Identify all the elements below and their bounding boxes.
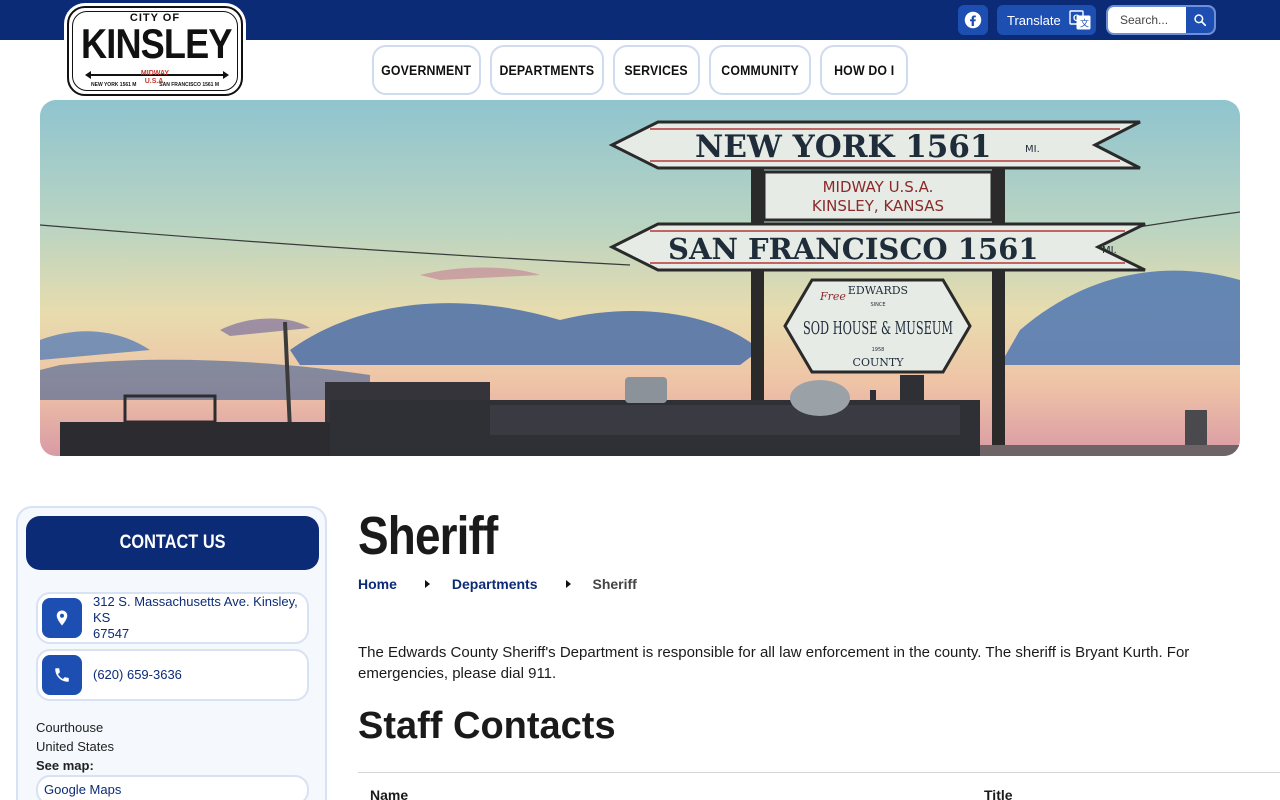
staff-table-header: Name Title xyxy=(358,772,1280,800)
search-input[interactable] xyxy=(1108,13,1186,27)
location-pin-icon xyxy=(42,598,82,638)
column-header-name[interactable]: Name xyxy=(370,787,408,800)
intro-paragraph: The Edwards County Sheriff's Department … xyxy=(358,644,1190,682)
museum-since-text: SINCE xyxy=(870,302,885,308)
nav-government[interactable]: GOVERNMENT xyxy=(372,45,481,95)
translate-label: Translate xyxy=(1007,12,1061,28)
nav-how-do-i[interactable]: HOW DO I xyxy=(820,45,908,95)
sign-top-unit: MI. xyxy=(1025,144,1040,155)
address-text: 312 S. Massachusetts Ave. Kinsley, KS 67… xyxy=(82,594,307,642)
staff-contacts-heading: Staff Contacts xyxy=(358,705,616,747)
translate-icon: G 文 xyxy=(1069,10,1091,30)
logo-name: KINSLEY xyxy=(81,20,232,67)
sign-mid-line1: MIDWAY U.S.A. xyxy=(823,178,934,196)
logo-midway-text: MIDWAY xyxy=(140,70,170,77)
page-title: Sheriff xyxy=(358,506,498,566)
nav-services[interactable]: SERVICES xyxy=(613,45,700,95)
logo-left-text: NEW YORK 1561 M xyxy=(91,82,137,88)
nav-label: HOW DO I xyxy=(833,62,895,78)
sign-top-text: NEW YORK 1561 xyxy=(695,129,991,165)
museum-free-text: Free xyxy=(819,290,846,303)
address-line1: 312 S. Massachusetts Ave. Kinsley, KS xyxy=(93,594,298,625)
nav-label: GOVERNMENT xyxy=(381,62,472,78)
museum-bottom-text: COUNTY xyxy=(853,356,905,369)
search-box xyxy=(1106,5,1216,35)
breadcrumb-departments[interactable]: Departments xyxy=(452,576,538,592)
svg-text:文: 文 xyxy=(1080,18,1089,29)
hero-image: NEW YORK 1561 MI. MIDWAY U.S.A. KINSLEY,… xyxy=(40,100,1240,456)
search-icon xyxy=(1194,14,1207,27)
hero-illustration: NEW YORK 1561 MI. MIDWAY U.S.A. KINSLEY,… xyxy=(40,100,1240,456)
nav-departments[interactable]: DEPARTMENTS xyxy=(490,45,604,95)
sign-mid-line2: KINSLEY, KANSAS xyxy=(812,197,944,215)
place-line2: United States xyxy=(36,739,115,754)
contact-sidebar: CONTACT US 312 S. Massachusetts Ave. Kin… xyxy=(16,506,327,800)
logo-right-text: SAN FRANCISCO 1561 M xyxy=(159,82,219,88)
place-line1: Courthouse xyxy=(36,720,104,735)
contact-us-label: CONTACT US xyxy=(119,532,226,553)
sign-bottom-text: SAN FRANCISCO 1561 xyxy=(668,232,1039,266)
breadcrumb: Home Departments Sheriff xyxy=(358,576,637,592)
museum-year-text: 1958 xyxy=(872,347,885,353)
museum-top-text: EDWARDS xyxy=(848,284,908,297)
address-card[interactable]: 312 S. Massachusetts Ave. Kinsley, KS 67… xyxy=(36,592,309,644)
nav-label: SERVICES xyxy=(624,62,689,78)
search-button[interactable] xyxy=(1186,7,1214,33)
breadcrumb-current: Sheriff xyxy=(592,576,637,592)
address-line2: 67547 xyxy=(93,626,130,641)
main-nav: GOVERNMENT DEPARTMENTS SERVICES COMMUNIT… xyxy=(372,45,908,95)
see-map-label: See map: xyxy=(36,758,94,773)
contact-us-button[interactable]: CONTACT US xyxy=(26,516,319,570)
nav-label: COMMUNITY xyxy=(721,62,799,78)
phone-text: (620) 659-3636 xyxy=(93,667,182,682)
breadcrumb-separator-icon xyxy=(565,580,571,588)
breadcrumb-home[interactable]: Home xyxy=(358,576,397,592)
museum-main-text: SOD HOUSE & MUSEUM xyxy=(803,318,953,339)
site-logo[interactable]: CITY OF KINSLEY MIDWAY U.S.A. NEW YORK 1… xyxy=(67,6,243,96)
facebook-button[interactable] xyxy=(958,5,988,35)
facebook-icon xyxy=(964,11,982,29)
nav-label: DEPARTMENTS xyxy=(499,62,595,78)
breadcrumb-separator-icon xyxy=(424,580,430,588)
translate-button[interactable]: Translate G 文 xyxy=(997,5,1096,35)
column-header-title[interactable]: Title xyxy=(984,787,1013,800)
sign-bottom-unit: MI. xyxy=(1102,245,1117,256)
nav-community[interactable]: COMMUNITY xyxy=(709,45,811,95)
phone-card[interactable]: (620) 659-3636 xyxy=(36,649,309,701)
phone-icon xyxy=(42,655,82,695)
google-maps-link[interactable]: Google Maps xyxy=(36,775,309,800)
